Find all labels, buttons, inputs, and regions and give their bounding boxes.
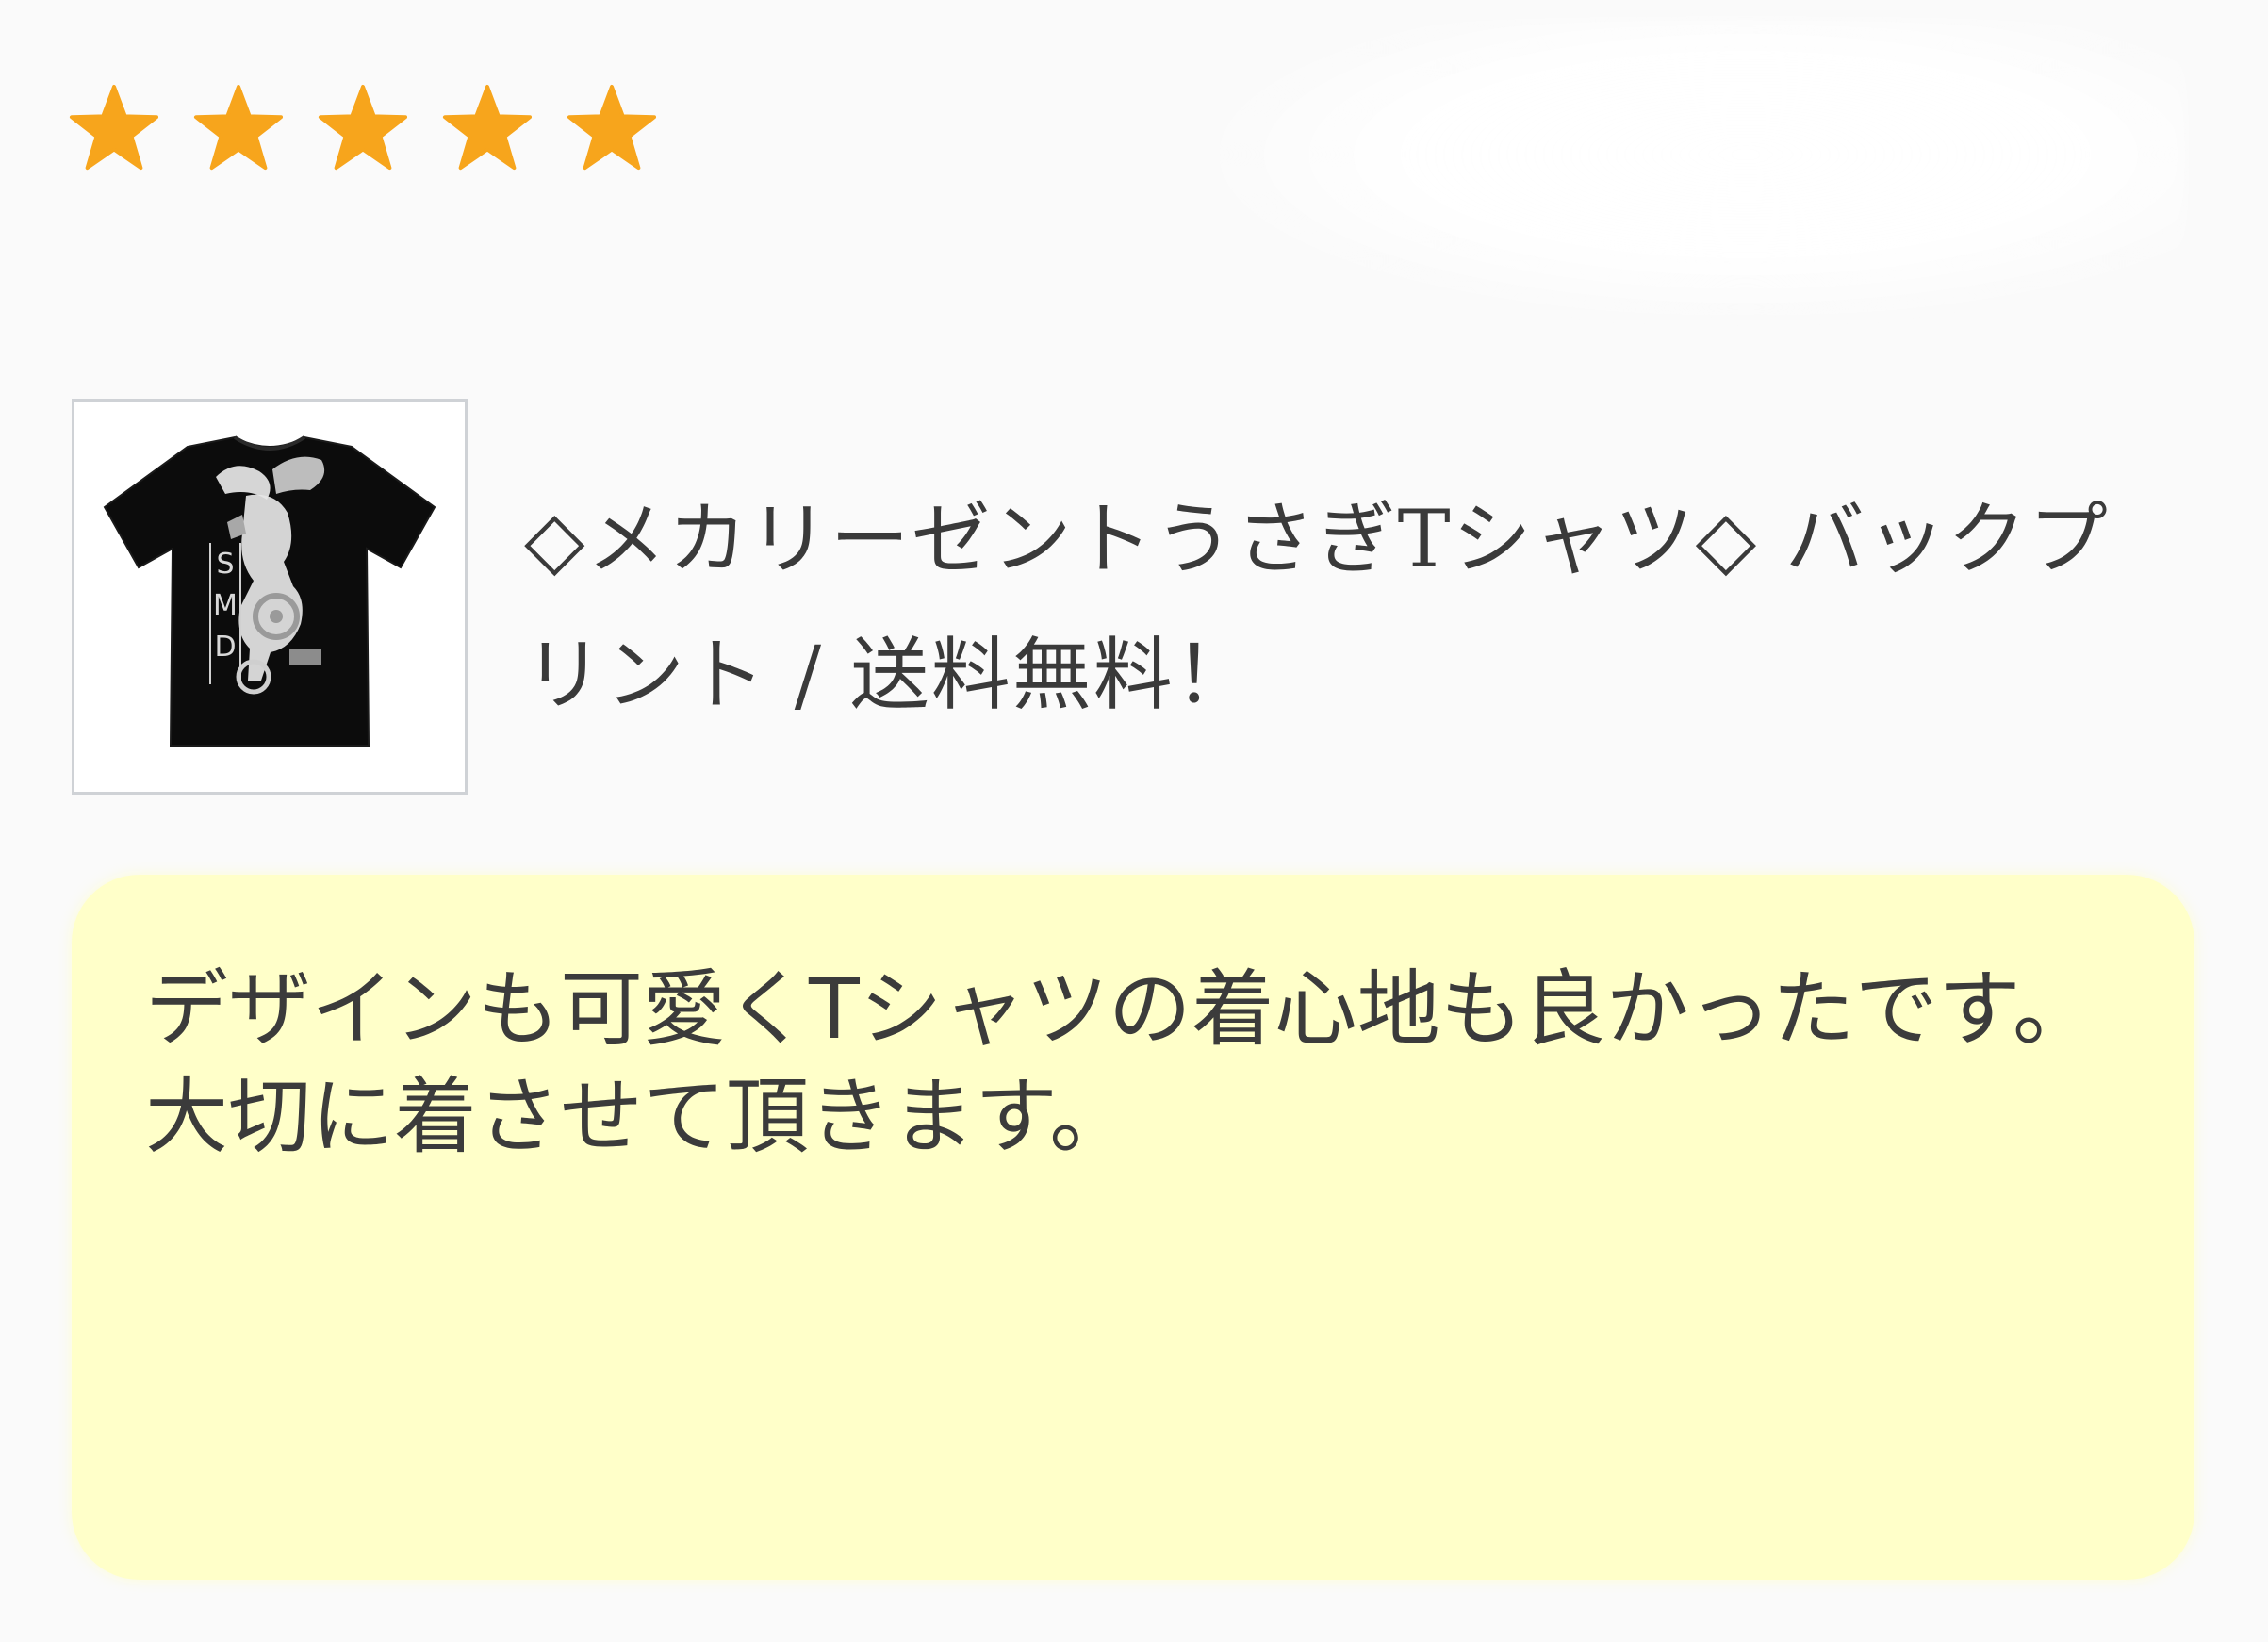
product-title[interactable]: ◇メカリーゼントうさぎTシャツ◇ バックプリント / 送料無料！ (524, 471, 2183, 743)
print-letter: M (213, 589, 238, 622)
tshirt-icon: SMD (103, 435, 436, 747)
background-smear (1207, 19, 2187, 320)
star-icon (193, 84, 284, 171)
review-comment-box: デザインも可愛くTシャツの着心地も良かったです。 大切に着させて頂きます。 (72, 875, 2194, 1580)
star-icon (567, 84, 657, 171)
review-card: SMD ◇メカリーゼントうさぎTシャツ◇ バックプリント / 送料無料！ デザイ… (0, 0, 2268, 1642)
print-letters: SMD (213, 548, 238, 664)
star-icon (69, 84, 159, 171)
star-rating (68, 83, 658, 175)
review-text: デザインも可愛くTシャツの着心地も良かったです。 大切に着させて頂きます。 (145, 961, 2095, 1165)
product-image[interactable]: SMD (72, 399, 468, 795)
print-letter: D (214, 631, 236, 664)
star-icon (442, 84, 533, 171)
print-letter: S (216, 548, 234, 581)
star-icon (318, 84, 408, 171)
